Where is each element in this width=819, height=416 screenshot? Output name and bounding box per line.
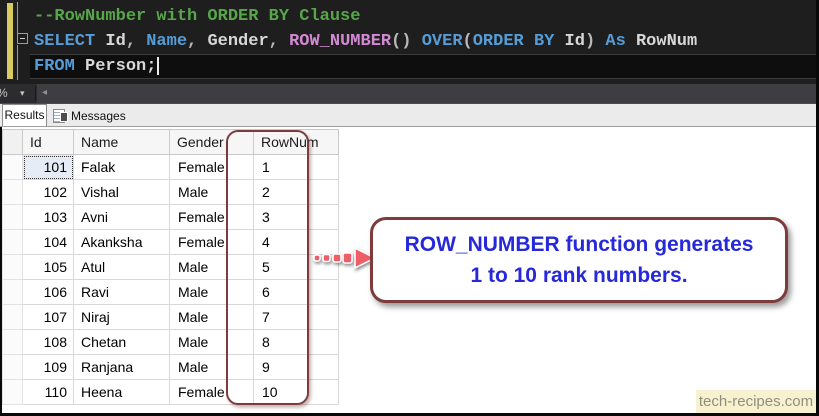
column-header-name[interactable]: Name [73, 129, 170, 155]
grid-cell[interactable]: 103 [22, 204, 74, 230]
grid-cell[interactable]: 102 [22, 179, 74, 205]
row-header[interactable] [2, 229, 23, 255]
grid-cell[interactable]: Heena [73, 379, 170, 405]
row-header[interactable] [2, 329, 23, 355]
grid-cell[interactable]: 106 [22, 279, 74, 305]
tab-messages[interactable]: Messages [49, 106, 135, 126]
grid-cell[interactable]: Ravi [73, 279, 170, 305]
horizontal-scrollbar[interactable]: ◂ [37, 84, 819, 103]
code-line: --RowNumber with ORDER BY Clause [34, 7, 361, 26]
tab-messages-label: Messages [71, 109, 126, 123]
row-header[interactable] [2, 179, 23, 205]
tab-results[interactable]: Results [2, 104, 47, 126]
changed-lines-bar [7, 3, 13, 79]
row-header[interactable] [2, 304, 23, 330]
sql-editor[interactable]: --RowNumber with ORDER BY Clause SELECT I… [0, 0, 819, 84]
code-line: FROM Person; [34, 54, 697, 79]
row-header[interactable] [2, 279, 23, 305]
grid-cell[interactable]: 105 [22, 254, 74, 280]
grid-cell[interactable]: 109 [22, 354, 74, 380]
grid-cell[interactable]: 107 [22, 304, 74, 330]
select-all-corner[interactable] [2, 129, 23, 155]
messages-icon [53, 109, 68, 123]
annotation-callout: ROW_NUMBER function generates 1 to 10 ra… [370, 217, 788, 303]
column-header-id[interactable]: Id [22, 129, 74, 155]
row-header[interactable] [2, 379, 23, 405]
grid-cell[interactable]: 110 [22, 379, 74, 405]
row-header[interactable] [2, 204, 23, 230]
grid-cell[interactable]: Akanksha [73, 229, 170, 255]
text-caret [157, 56, 160, 75]
watermark: tech-recipes.com [696, 390, 816, 413]
outline-guide-line [17, 2, 18, 33]
row-header[interactable] [2, 154, 23, 180]
sql-code: --RowNumber with ORDER BY Clause SELECT I… [34, 4, 697, 79]
row-header[interactable] [2, 254, 23, 280]
grid-cell[interactable]: Falak [73, 154, 170, 180]
grid-cell[interactable]: 108 [22, 329, 74, 355]
grid-cell[interactable]: Vishal [73, 179, 170, 205]
separator [35, 86, 36, 101]
grid-cell[interactable]: 101 [22, 154, 74, 180]
rownum-column-highlight-box [226, 130, 309, 405]
code-line: SELECT Id, Name, Gender, ROW_NUMBER() OV… [34, 32, 698, 51]
callout-line-1: ROW_NUMBER function generates [404, 233, 754, 256]
ssms-window: --RowNumber with ORDER BY Clause SELECT I… [0, 0, 819, 416]
grid-cell[interactable]: Atul [73, 254, 170, 280]
grid-cell[interactable]: Ranjana [73, 354, 170, 380]
grid-cell[interactable]: Chetan [73, 329, 170, 355]
zoom-percent-label: % [0, 86, 8, 100]
dashed-arrow-icon [313, 246, 377, 270]
scroll-left-icon[interactable]: ◂ [42, 87, 47, 98]
grid-cell[interactable]: Niraj [73, 304, 170, 330]
outline-guide-line [17, 45, 18, 80]
fold-collapse-toggle-icon[interactable] [17, 33, 28, 44]
row-header[interactable] [2, 354, 23, 380]
window-border [0, 127, 2, 416]
zoom-dropdown-icon[interactable]: ▾ [20, 88, 25, 99]
results-tabstrip: Results Messages [0, 104, 819, 127]
editor-status-strip: % ▾ ◂ [0, 84, 819, 104]
grid-cell[interactable]: 104 [22, 229, 74, 255]
grid-cell[interactable]: Avni [73, 204, 170, 230]
callout-line-2: 1 to 10 rank numbers. [470, 264, 688, 287]
